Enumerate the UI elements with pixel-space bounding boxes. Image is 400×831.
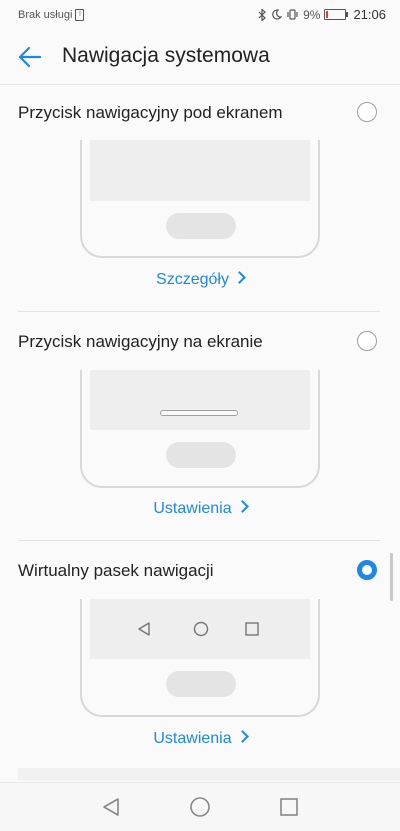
option-virtual-nav-bar[interactable]: Wirtualny pasek nawigacji — [0, 547, 400, 595]
back-triangle-icon — [136, 621, 152, 637]
back-arrow-icon[interactable] — [12, 39, 48, 75]
battery-icon — [324, 9, 349, 20]
screen-area — [90, 370, 310, 430]
details-link[interactable]: Szczegóły — [0, 271, 400, 289]
chevron-right-icon — [233, 271, 246, 284]
option-under-screen-button[interactable]: Przycisk nawigacyjny pod ekranem — [0, 89, 400, 137]
settings-link-label: Ustawienia — [153, 500, 232, 517]
bluetooth-icon — [258, 8, 267, 21]
on-screen-pill-bar — [160, 410, 238, 416]
next-section-edge — [18, 768, 400, 780]
physical-home-key — [166, 442, 236, 468]
vibrate-icon — [286, 9, 299, 20]
settings-link[interactable]: Ustawienia — [0, 730, 400, 748]
home-circle-icon[interactable] — [188, 795, 212, 819]
radio-button[interactable] — [357, 331, 377, 351]
option-label: Przycisk nawigacyjny na ekranie — [18, 332, 263, 351]
illustration-under-screen — [80, 140, 320, 258]
status-left: Brak usługi ! — [18, 9, 85, 21]
option-label: Wirtualny pasek nawigacji — [18, 561, 214, 580]
divider — [18, 311, 380, 312]
illustration-on-screen — [80, 370, 320, 488]
status-bar: Brak usługi ! 9% 21:06 — [0, 0, 400, 30]
system-navigation-bar — [0, 782, 400, 831]
details-link-label: Szczegóły — [156, 271, 229, 288]
screen-area — [90, 140, 310, 201]
page-title: Nawigacja systemowa — [62, 44, 270, 67]
radio-button[interactable] — [357, 102, 377, 122]
settings-link-label: Ustawienia — [153, 730, 232, 747]
illustration-virtual-nav — [80, 599, 320, 717]
back-triangle-icon[interactable] — [99, 795, 123, 819]
status-right: 9% 21:06 — [258, 7, 386, 22]
settings-link[interactable]: Ustawienia — [0, 500, 400, 518]
recents-square-icon[interactable] — [277, 795, 301, 819]
moon-icon — [271, 9, 283, 20]
carrier-text: Brak usługi — [18, 9, 73, 21]
screen-area — [90, 599, 310, 659]
physical-home-key — [166, 671, 236, 697]
physical-home-key — [166, 213, 236, 239]
app-header: Nawigacja systemowa — [0, 30, 400, 85]
battery-percent: 9% — [303, 7, 321, 22]
scrollbar[interactable] — [390, 553, 393, 601]
home-circle-icon — [193, 621, 209, 637]
option-label: Przycisk nawigacyjny pod ekranem — [18, 103, 283, 122]
clock: 21:06 — [353, 7, 386, 22]
chevron-right-icon — [235, 730, 249, 743]
sim-card-icon: ! — [75, 9, 85, 21]
chevron-right-icon — [235, 500, 249, 513]
recents-square-icon — [244, 621, 260, 637]
option-on-screen-button[interactable]: Przycisk nawigacyjny na ekranie — [0, 318, 400, 366]
radio-button-selected[interactable] — [357, 560, 377, 580]
divider — [18, 540, 380, 541]
